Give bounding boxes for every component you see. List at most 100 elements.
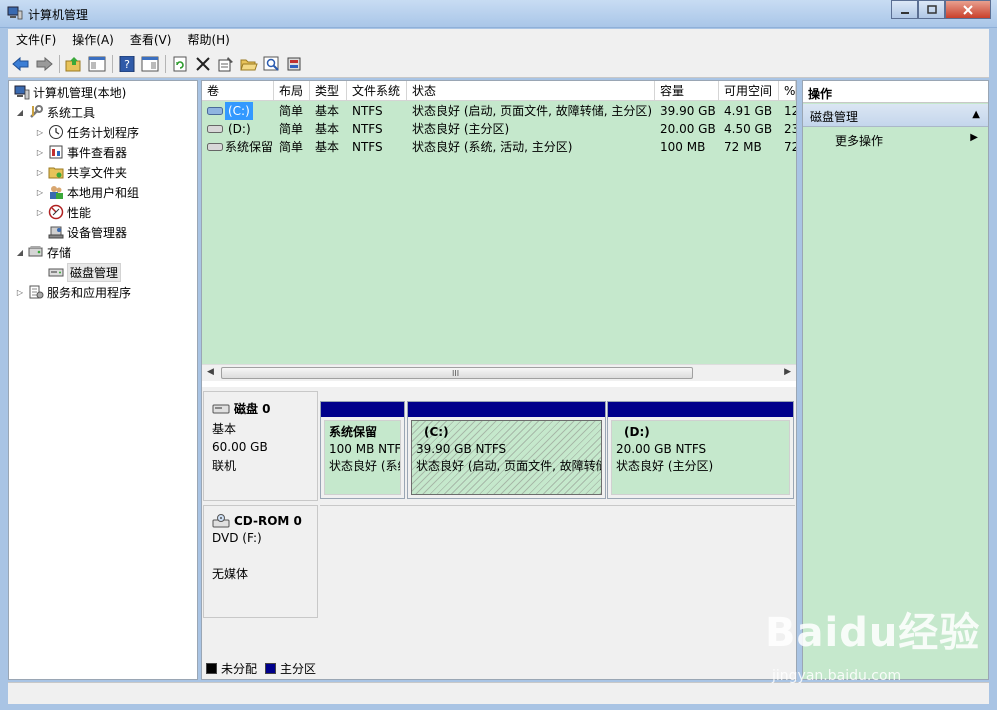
cell-type: 基本 — [315, 104, 340, 118]
cdrom-area — [320, 505, 795, 618]
volume-name: (D:) — [228, 122, 251, 136]
help-button[interactable]: ? — [116, 53, 138, 75]
menu-file[interactable]: 文件(F) — [8, 31, 64, 48]
partition-body-selected: (C:) 39.90 GB NTFS 状态良好 (启动, 页面文件, 故障转储,… — [411, 420, 602, 495]
col-header-free-space[interactable]: 可用空间 — [719, 81, 779, 101]
tree-item-shared-folders[interactable]: ▷ 共享文件夹 — [35, 163, 127, 181]
search-button[interactable] — [261, 53, 283, 75]
primary-partition-bar — [608, 402, 793, 417]
col-header-volume[interactable]: 卷 — [202, 81, 274, 101]
table-row[interactable]: (C:) 简单 基本 NTFS 状态良好 (启动, 页面文件, 故障转储, 主分… — [202, 102, 796, 120]
show-action-pane-button[interactable] — [139, 53, 161, 75]
tree-label: 服务和应用程序 — [47, 285, 132, 300]
col-header-capacity[interactable]: 容量 — [655, 81, 719, 101]
window-controls — [891, 0, 991, 19]
col-header-status[interactable]: 状态 — [407, 81, 655, 101]
collapsed-arrow-icon[interactable]: ▷ — [35, 188, 45, 197]
tree-item-task-scheduler[interactable]: ▷ 任务计划程序 — [35, 123, 139, 141]
drive-icon — [207, 107, 223, 115]
maximize-button[interactable] — [918, 0, 945, 19]
scroll-right-icon[interactable]: ▶ — [784, 367, 791, 377]
tree-item-storage[interactable]: ◢ 存储 — [15, 243, 71, 261]
disk-management-icon — [48, 268, 64, 277]
tree-label: 本地用户和组 — [67, 185, 140, 200]
toolbar-separator — [112, 54, 113, 73]
more-actions-item[interactable]: 更多操作 — [835, 132, 883, 149]
menu-view[interactable]: 查看(V) — [122, 31, 180, 48]
show-hide-tree-button[interactable] — [86, 53, 108, 75]
back-button[interactable] — [10, 53, 32, 75]
collapse-up-icon[interactable]: ▲ — [972, 109, 980, 120]
tree-label: 系统工具 — [47, 105, 96, 120]
partition-d[interactable]: (D:) 20.00 GB NTFS 状态良好 (主分区) — [607, 401, 794, 499]
svg-text:?: ? — [124, 58, 130, 71]
minimize-icon — [900, 11, 909, 14]
scrollbar-thumb[interactable]: III — [221, 367, 693, 379]
properties-button[interactable] — [215, 53, 237, 75]
open-button[interactable] — [238, 53, 260, 75]
delete-button[interactable] — [192, 53, 214, 75]
scrollbar-grip: III — [452, 369, 460, 378]
tree-item-disk-management[interactable]: 磁盘管理 — [45, 262, 122, 282]
collapsed-arrow-icon[interactable]: ▷ — [35, 148, 45, 157]
forward-button[interactable] — [33, 53, 55, 75]
disk-settings-button[interactable] — [284, 53, 306, 75]
partition-status: 状态良好 (系统, 活动, 主分区) — [329, 459, 400, 473]
event-viewer-icon — [49, 145, 63, 159]
delete-icon — [196, 56, 210, 71]
actions-section-disk-management[interactable]: 磁盘管理 ▲ — [803, 104, 988, 127]
scroll-left-icon[interactable]: ◀ — [207, 367, 214, 377]
collapsed-arrow-icon[interactable]: ▷ — [35, 128, 45, 137]
horizontal-scrollbar[interactable]: ◀ III ▶ — [202, 364, 796, 381]
tree-item-services-apps[interactable]: ▷ 服务和应用程序 — [15, 283, 131, 301]
legend: 未分配 主分区 — [206, 660, 316, 677]
primary-partition-bar — [321, 402, 404, 417]
up-level-button[interactable] — [63, 53, 85, 75]
cell-free-space: 72 MB — [724, 140, 762, 154]
maximize-icon — [926, 4, 937, 14]
cell-capacity: 20.00 GB — [660, 122, 716, 136]
refresh-icon — [173, 56, 187, 71]
table-row[interactable]: 系统保留 简单 基本 NTFS 状态良好 (系统, 活动, 主分区) 100 M… — [202, 138, 796, 156]
partition-title: (C:) — [424, 425, 449, 439]
cdrom-0-label[interactable]: CD-ROM 0 DVD (F:) 无媒体 — [203, 505, 318, 618]
partition-c[interactable]: (C:) 39.90 GB NTFS 状态良好 (启动, 页面文件, 故障转储,… — [407, 401, 606, 499]
cell-filesystem: NTFS — [352, 140, 383, 154]
tree-item-device-manager[interactable]: 设备管理器 — [45, 223, 127, 241]
col-header-filesystem[interactable]: 文件系统 — [347, 81, 407, 101]
collapsed-arrow-icon[interactable]: ▷ — [35, 168, 45, 177]
menu-help[interactable]: 帮助(H) — [179, 31, 237, 48]
submenu-arrow-icon[interactable]: ▶ — [970, 132, 978, 143]
col-header-percent[interactable]: % — [779, 81, 796, 101]
magnifier-icon — [263, 56, 279, 71]
collapsed-arrow-icon[interactable]: ▷ — [15, 288, 25, 297]
col-header-layout[interactable]: 布局 — [274, 81, 310, 101]
tree-item-system-tools[interactable]: ◢ 系统工具 — [15, 103, 95, 121]
tree-item-root[interactable]: 计算机管理(本地) — [11, 83, 126, 101]
cell-layout: 简单 — [279, 140, 304, 154]
disk-name-text: 磁盘 0 — [234, 402, 271, 416]
close-button[interactable] — [945, 0, 991, 19]
table-row[interactable]: (D:) 简单 基本 NTFS 状态良好 (主分区) 20.00 GB 4.50… — [202, 120, 796, 138]
tree-item-event-viewer[interactable]: ▷ 事件查看器 — [35, 143, 127, 161]
partition-size: 20.00 GB NTFS — [616, 442, 707, 456]
tree-item-local-users[interactable]: ▷ 本地用户和组 — [35, 183, 139, 201]
tree-label: 共享文件夹 — [67, 165, 128, 180]
disk-type: 基本 — [212, 422, 237, 436]
volume-list: 卷 布局 类型 文件系统 状态 容量 可用空间 % (C:) 简单 基本 NTF… — [202, 81, 796, 364]
cell-free-space: 4.50 GB — [724, 122, 773, 136]
actions-pane: 操作 磁盘管理 ▲ 更多操作 ▶ — [802, 80, 989, 680]
collapsed-arrow-icon[interactable]: ▷ — [35, 208, 45, 217]
expanded-arrow-icon[interactable]: ◢ — [15, 108, 25, 117]
tree-item-performance[interactable]: ▷ 性能 — [35, 203, 91, 221]
partition-system-reserved[interactable]: 系统保留 100 MB NTFS 状态良好 (系统, 活动, 主分区) — [320, 401, 405, 499]
col-header-type[interactable]: 类型 — [310, 81, 347, 101]
minimize-button[interactable] — [891, 0, 918, 19]
partition-size: 100 MB NTFS — [329, 442, 401, 456]
tree-label: 磁盘管理 — [67, 262, 122, 282]
menu-action[interactable]: 操作(A) — [64, 31, 122, 48]
disk-settings-icon — [287, 57, 301, 70]
refresh-button[interactable] — [169, 53, 191, 75]
disk-0-label[interactable]: 磁盘 0 基本 60.00 GB 联机 — [203, 391, 318, 501]
expanded-arrow-icon[interactable]: ◢ — [15, 248, 25, 257]
